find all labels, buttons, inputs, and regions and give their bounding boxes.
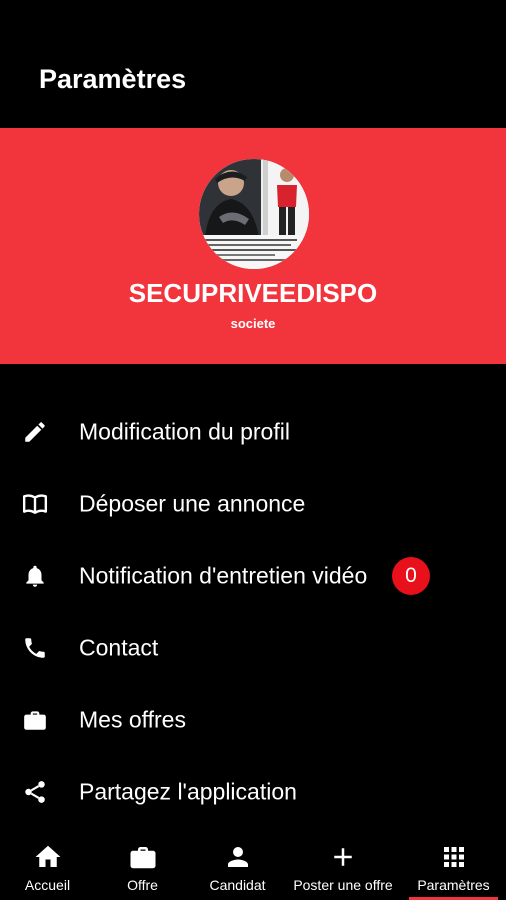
- bell-icon: [26, 565, 44, 587]
- menu-item-label: Contact: [79, 634, 159, 661]
- page-title: Paramètres: [39, 64, 187, 94]
- menu-item-label: Déposer une annonce: [79, 490, 306, 517]
- notification-count-badge: 0: [392, 557, 430, 595]
- nav-item-label: Paramètres: [417, 877, 490, 893]
- menu-item-my-offers[interactable]: Mes offres: [0, 684, 506, 756]
- menu-item-share-app[interactable]: Partagez l'application: [0, 756, 506, 828]
- person-icon: [227, 847, 248, 867]
- nav-item-candidate[interactable]: Candidat: [190, 832, 285, 900]
- bottom-navigation: Accueil Offre Candidat Poster une offre …: [0, 832, 506, 900]
- menu-item-edit-profile[interactable]: Modification du profil: [0, 396, 506, 468]
- briefcase-icon: [24, 711, 46, 730]
- home-icon: [35, 845, 60, 867]
- nav-item-home[interactable]: Accueil: [0, 832, 95, 900]
- nav-item-label: Offre: [127, 877, 158, 893]
- share-icon: [25, 781, 45, 803]
- menu-item-contact[interactable]: Contact: [0, 612, 506, 684]
- settings-menu: Modification du profil Déposer une annon…: [0, 396, 506, 828]
- avatar-image: [199, 159, 309, 269]
- book-icon: [22, 494, 48, 514]
- nav-item-post-offer[interactable]: Poster une offre: [285, 832, 401, 900]
- phone-icon: [25, 638, 45, 658]
- profile-type: societe: [230, 316, 276, 331]
- menu-item-label: Partagez l'application: [79, 778, 297, 805]
- menu-item-post-ad[interactable]: Déposer une annonce: [0, 468, 506, 540]
- menu-item-label: Modification du profil: [79, 418, 290, 445]
- menu-item-label: Notification d'entretien vidéo: [79, 562, 368, 589]
- nav-item-label: Poster une offre: [293, 877, 393, 893]
- avatar[interactable]: [199, 159, 309, 269]
- profile-name: SECUPRIVEEDISPO: [128, 278, 378, 308]
- app-bar: Paramètres: [0, 0, 506, 128]
- nav-item-label: Candidat: [209, 877, 266, 893]
- grid-icon: [443, 847, 464, 867]
- nav-item-label: Accueil: [24, 877, 71, 893]
- pencil-icon: [25, 422, 45, 442]
- profile-header: SECUPRIVEEDISPO societe: [0, 128, 506, 364]
- menu-item-label: Mes offres: [79, 706, 186, 733]
- menu-item-video-notification[interactable]: Notification d'entretien vidéo 0: [0, 540, 506, 612]
- nav-item-settings[interactable]: Paramètres: [401, 832, 506, 900]
- plus-icon: [334, 848, 352, 866]
- nav-item-offers[interactable]: Offre: [95, 832, 190, 900]
- briefcase-icon: [130, 847, 155, 869]
